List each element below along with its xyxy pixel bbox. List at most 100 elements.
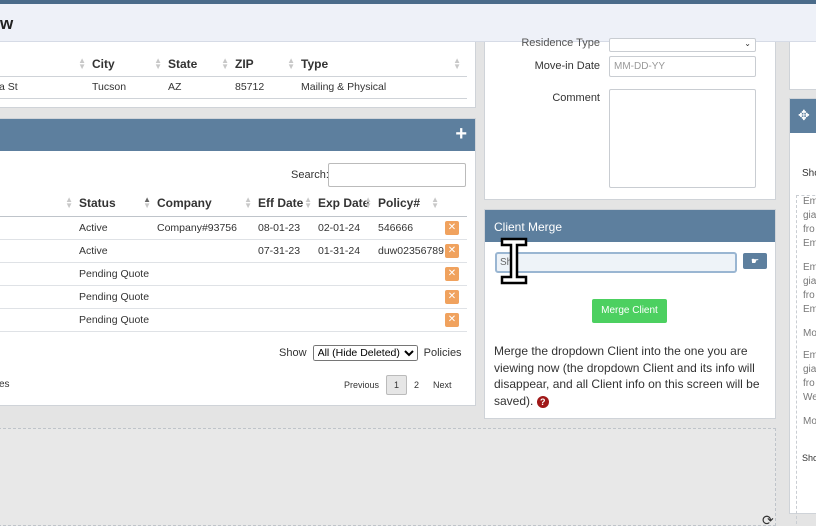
- select-client-button[interactable]: ☛: [743, 253, 767, 269]
- column-label: Policy#: [378, 196, 421, 211]
- client-details-card: Residence Type ⌄ Move-in Date MM-DD-YY C…: [484, 37, 776, 200]
- eff-date-cell: 08-01-23: [258, 216, 318, 240]
- company-cell: [157, 308, 258, 332]
- pager-next[interactable]: Next: [426, 380, 459, 390]
- drop-zone-panel: [0, 428, 776, 526]
- state-header[interactable]: State ▲ ▼: [168, 52, 235, 77]
- sort-icon: ▲ ▼: [78, 56, 86, 71]
- exp-date-cell: 01-31-24: [318, 239, 378, 263]
- add-policy-icon[interactable]: +: [455, 123, 467, 146]
- show-suffix: Policies: [423, 347, 462, 359]
- note-fragment: gia: [803, 276, 816, 287]
- note-fragment: Em: [803, 304, 816, 315]
- policy-number-cell: [378, 262, 445, 286]
- table-row[interactable]: Pending Quote ✕: [0, 285, 467, 309]
- comment-textarea[interactable]: [609, 89, 756, 188]
- company-cell: [157, 239, 258, 263]
- state-cell: AZ: [168, 76, 235, 99]
- show-filter: Show All (Hide Deleted) Policies: [279, 345, 462, 361]
- search-input[interactable]: [328, 163, 466, 187]
- zip-header[interactable]: ZIP ▲ ▼: [235, 52, 301, 77]
- edit-icon[interactable]: ✕: [445, 266, 459, 281]
- chevron-down-icon: ⌄: [744, 39, 751, 48]
- eff-date-header[interactable]: Eff Date ▲ ▼: [258, 191, 318, 217]
- residence-type-select[interactable]: ⌄: [609, 38, 756, 52]
- exp-date-cell: [318, 262, 378, 286]
- policies-card-header: +: [0, 119, 475, 151]
- pager-page-1[interactable]: 1: [386, 375, 408, 395]
- sort-icon: ▲ ▼: [431, 195, 439, 210]
- column-label: Company: [157, 196, 212, 211]
- note-fragment: fro: [803, 378, 815, 389]
- edit-icon[interactable]: ✕: [445, 220, 459, 235]
- city-cell: Tucson: [92, 76, 168, 99]
- move-in-date-label: Move-in Date: [534, 60, 600, 72]
- edit-icon[interactable]: ✕: [445, 289, 459, 304]
- sort-icon: ▲ ▼: [364, 195, 372, 210]
- sort-icon: ▲ ▼: [65, 195, 73, 210]
- column-label: City: [92, 56, 115, 71]
- residence-type-label: Residence Type: [521, 37, 600, 49]
- policy-number-header[interactable]: Policy# ▲ ▼: [378, 191, 445, 217]
- street-header[interactable]: ▲ ▼: [0, 52, 92, 77]
- note-fragment: We: [803, 392, 816, 403]
- sort-icon: ▲ ▼: [154, 56, 162, 71]
- policy-number-cell: 546666: [378, 216, 445, 240]
- note-fragment: fro: [803, 224, 815, 235]
- sort-icon: ▲ ▼: [143, 195, 151, 210]
- note-fragment: Em: [803, 238, 816, 249]
- table-info-fragment: es: [0, 379, 10, 390]
- company-header[interactable]: Company ▲ ▼: [157, 191, 258, 217]
- unnamed-header[interactable]: ▲ ▼: [0, 191, 79, 217]
- merge-description-text: Merge the dropdown Client into the one y…: [494, 344, 760, 408]
- policy-number-cell: [378, 285, 445, 309]
- move-in-date-input[interactable]: MM-DD-YY: [609, 56, 756, 77]
- table-row[interactable]: Pending Quote ✕: [0, 308, 467, 332]
- pager-previous[interactable]: Previous: [337, 380, 386, 390]
- show-filter-select[interactable]: All (Hide Deleted): [312, 345, 418, 361]
- pagination: Previous 1 2 Next: [337, 375, 459, 395]
- table-row[interactable]: Active Company#93756 08-01-23 02-01-24 5…: [0, 216, 467, 240]
- city-header[interactable]: City ▲ ▼: [92, 52, 168, 77]
- address-card: ▲ ▼ City ▲ ▼ State ▲ ▼ ZIP ▲ ▼ Type ▲ ▼ a St Tucs…: [0, 42, 476, 108]
- note-fragment: Em: [803, 196, 816, 207]
- pointer-hand-icon: ☛: [750, 256, 760, 266]
- type-header[interactable]: Type ▲ ▼: [301, 52, 467, 77]
- column-label: Exp Date: [318, 196, 370, 211]
- address-table: ▲ ▼ City ▲ ▼ State ▲ ▼ ZIP ▲ ▼ Type ▲ ▼ a St Tucs…: [0, 52, 467, 99]
- notes-card-header: ✥: [790, 99, 816, 133]
- notes-show-bottom: Show: [802, 453, 816, 463]
- table-row[interactable]: a St Tucson AZ 85712 Mailing & Physical: [0, 76, 467, 99]
- sort-icon: ▲ ▼: [221, 56, 229, 71]
- column-label: Type: [301, 56, 329, 71]
- status-cell: Active: [79, 239, 157, 263]
- eff-date-cell: [258, 262, 318, 286]
- eff-date-cell: [258, 308, 318, 332]
- column-label: Status: [79, 196, 116, 211]
- edit-icon[interactable]: ✕: [445, 312, 459, 327]
- exp-date-header[interactable]: Exp Date ▲ ▼: [318, 191, 378, 217]
- help-icon[interactable]: ?: [536, 395, 549, 408]
- show-label: Show: [279, 347, 307, 359]
- notes-show-label: Sho: [802, 168, 816, 179]
- status-header[interactable]: Status ▲ ▼: [79, 191, 157, 217]
- table-row[interactable]: Active 07-31-23 01-31-24 duw02356789 ✕: [0, 239, 467, 263]
- status-cell: Pending Quote: [79, 285, 157, 309]
- status-cell: Active: [79, 216, 157, 240]
- notes-card: ✥ Sho Em gia fro Em Em gia fro Em Mo Em …: [789, 98, 816, 526]
- pager-page-2[interactable]: 2: [407, 380, 426, 390]
- note-fragment: Em: [803, 350, 816, 361]
- policy-number-cell: [378, 308, 445, 332]
- policies-table: ▲ ▼ Status ▲ ▼ Company ▲ ▼ Eff Date ▲ ▼ Exp Dat…: [0, 191, 467, 332]
- note-fragment: Mo: [803, 328, 816, 339]
- merge-client-button[interactable]: Merge Client: [592, 299, 667, 323]
- table-row[interactable]: Pending Quote ✕: [0, 262, 467, 286]
- refresh-icon[interactable]: ⟳: [762, 512, 774, 526]
- eff-date-cell: [258, 285, 318, 309]
- edit-icon[interactable]: ✕: [445, 243, 459, 258]
- zip-cell: 85712: [235, 76, 301, 99]
- move-icon[interactable]: ✥: [798, 107, 810, 124]
- sort-icon: ▲ ▼: [287, 56, 295, 71]
- merge-client-input[interactable]: Sh: [495, 252, 737, 273]
- page-title: w: [0, 14, 14, 33]
